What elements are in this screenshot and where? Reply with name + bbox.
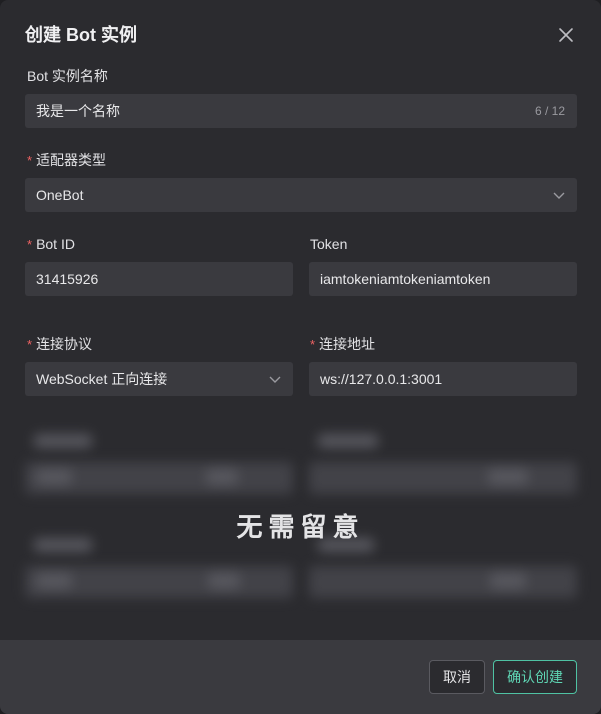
blurred-field bbox=[309, 566, 577, 598]
protocol-value: WebSocket 正向连接 bbox=[36, 371, 168, 387]
address-input[interactable]: ws://127.0.0.1:3001 bbox=[309, 362, 577, 396]
required-mark: * bbox=[27, 237, 33, 252]
token-value: iamtokeniamtokeniamtoken bbox=[320, 271, 491, 287]
blurred-text bbox=[490, 574, 526, 588]
cancel-button[interactable]: 取消 bbox=[429, 660, 485, 694]
create-bot-dialog: 创建 Bot 实例 Bot 实例名称 我是一个名称 6 / 12 * 适配器类型 … bbox=[0, 0, 601, 714]
blurred-text bbox=[488, 470, 528, 484]
bot-id-input[interactable]: 31415926 bbox=[25, 262, 293, 296]
token-label: Token bbox=[310, 234, 347, 254]
blurred-text bbox=[206, 470, 238, 484]
bot-name-label-text: Bot 实例名称 bbox=[27, 68, 108, 84]
dialog-header: 创建 Bot 实例 bbox=[25, 22, 581, 50]
required-mark: * bbox=[27, 153, 33, 168]
dialog-title: 创建 Bot 实例 bbox=[25, 25, 137, 45]
adapter-type-select[interactable]: OneBot bbox=[25, 178, 577, 212]
address-value: ws://127.0.0.1:3001 bbox=[320, 371, 443, 387]
blurred-text bbox=[36, 470, 72, 484]
bot-name-input[interactable]: 我是一个名称 6 / 12 bbox=[25, 94, 577, 128]
token-label-text: Token bbox=[310, 236, 348, 252]
bot-name-label: Bot 实例名称 bbox=[27, 66, 108, 86]
close-icon[interactable] bbox=[555, 24, 577, 46]
chevron-down-icon bbox=[269, 376, 281, 383]
adapter-type-value: OneBot bbox=[36, 187, 84, 203]
required-mark: * bbox=[27, 337, 33, 352]
bot-id-label-text: Bot ID bbox=[36, 236, 75, 252]
blurred-field bbox=[309, 462, 577, 494]
blurred-label bbox=[318, 434, 378, 448]
address-label-text: 连接地址 bbox=[319, 336, 376, 352]
confirm-create-button[interactable]: 确认创建 bbox=[493, 660, 577, 694]
adapter-type-label-text: 适配器类型 bbox=[36, 152, 107, 168]
blurred-text bbox=[208, 574, 240, 588]
overlay-note: 无需留意 bbox=[236, 512, 365, 542]
bot-name-value: 我是一个名称 bbox=[36, 103, 120, 119]
required-mark: * bbox=[310, 337, 316, 352]
protocol-label: * 连接协议 bbox=[27, 334, 92, 355]
blurred-text bbox=[36, 574, 72, 588]
adapter-type-label: * 适配器类型 bbox=[27, 150, 106, 171]
char-counter: 6 / 12 bbox=[534, 104, 565, 118]
dialog-footer: 取消 确认创建 bbox=[0, 640, 601, 714]
blurred-label bbox=[34, 434, 92, 448]
address-label: * 连接地址 bbox=[310, 334, 375, 355]
protocol-label-text: 连接协议 bbox=[36, 336, 93, 352]
chevron-down-icon bbox=[553, 192, 565, 199]
token-input[interactable]: iamtokeniamtokeniamtoken bbox=[309, 262, 577, 296]
protocol-select[interactable]: WebSocket 正向连接 bbox=[25, 362, 293, 396]
bot-id-label: * Bot ID bbox=[27, 234, 75, 255]
bot-id-value: 31415926 bbox=[36, 271, 99, 287]
